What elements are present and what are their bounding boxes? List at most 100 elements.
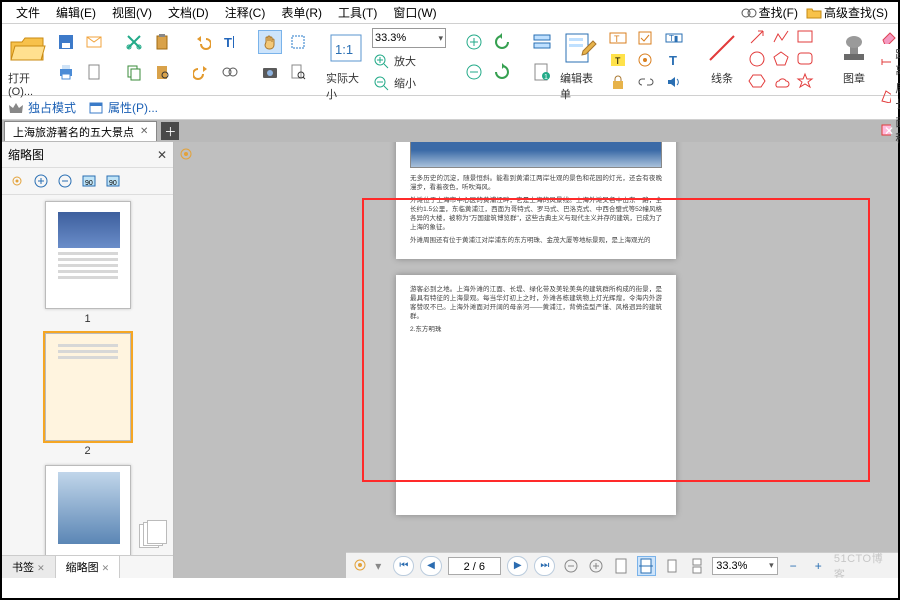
text-bold-tool[interactable]: T: [662, 48, 686, 72]
thumb-zoom-out[interactable]: [56, 172, 74, 190]
menu-view[interactable]: 视图(V): [104, 2, 160, 23]
radio-tool[interactable]: [634, 48, 658, 72]
zoom-out-alt[interactable]: [462, 60, 486, 84]
cut-button[interactable]: [122, 30, 146, 54]
lock-tool[interactable]: [606, 70, 630, 94]
next-page-button[interactable]: ▶: [507, 556, 528, 576]
advanced-find-command[interactable]: 高级查找(S): [802, 2, 892, 23]
eraser-tool[interactable]: [880, 28, 900, 44]
redo-button[interactable]: [190, 60, 214, 84]
thumbnail-list[interactable]: 1 2 3: [2, 195, 173, 555]
snapshot-tool[interactable]: [258, 60, 282, 84]
edit-form-label: 编辑表单: [560, 70, 600, 102]
last-page-button[interactable]: ⏭: [534, 556, 555, 576]
menu-comment[interactable]: 注释(C): [217, 2, 274, 23]
thumb-rotate-right[interactable]: 90: [104, 172, 122, 190]
perimeter-tool[interactable]: 周长: [880, 80, 900, 112]
rotate-ccw-button[interactable]: [490, 30, 514, 54]
menu-form[interactable]: 表单(R): [273, 2, 330, 23]
paste-special-button[interactable]: [150, 60, 174, 84]
edit-form-button[interactable]: [560, 28, 600, 68]
sidebar-gear-icon[interactable]: [8, 172, 26, 190]
zoom-minus-status[interactable]: −: [784, 556, 803, 576]
highlight-fields-button[interactable]: [530, 30, 554, 54]
zoom-in-button[interactable]: [372, 52, 390, 70]
arrow-icon[interactable]: [748, 28, 768, 46]
zoom-combo[interactable]: 33.3%: [372, 28, 446, 48]
continuous-page-button[interactable]: [687, 556, 706, 576]
circle-icon[interactable]: [748, 50, 768, 68]
menu-file[interactable]: 文件: [8, 2, 48, 23]
hexagon-icon[interactable]: [748, 72, 768, 90]
text-input-tool[interactable]: T▮: [662, 26, 686, 50]
stamp-tool[interactable]: [834, 28, 874, 68]
page-indicator-button[interactable]: 1: [530, 60, 554, 84]
sidebar-close-icon[interactable]: ✕: [157, 148, 167, 162]
select-text-button[interactable]: T: [218, 30, 242, 54]
menu-document[interactable]: 文档(D): [160, 2, 217, 23]
sidebar-tab-thumbnails[interactable]: 缩略图 ✕: [56, 556, 121, 578]
prev-page-button[interactable]: ◀: [420, 556, 441, 576]
line-tool[interactable]: [702, 28, 742, 68]
rect-icon[interactable]: [796, 28, 816, 46]
fit-page-button[interactable]: [612, 556, 631, 576]
sidebar-tab-bookmarks[interactable]: 书签 ✕: [2, 556, 56, 578]
zoom-out-status[interactable]: [561, 556, 580, 576]
link-tool[interactable]: [634, 70, 658, 94]
find-in-page-button[interactable]: [286, 60, 310, 84]
star-icon[interactable]: [796, 72, 816, 90]
actual-size-button[interactable]: 1:1: [326, 28, 366, 68]
menu-edit[interactable]: 编辑(E): [48, 2, 104, 23]
zoom-combo-status[interactable]: 33.3%: [712, 557, 777, 575]
first-page-button[interactable]: ⏮: [393, 556, 414, 576]
rotate-tools: [462, 28, 514, 86]
properties-button[interactable]: 属性(P)...: [88, 99, 158, 116]
email-button[interactable]: [82, 30, 106, 54]
find-toolbar-button[interactable]: [218, 60, 242, 84]
zoom-out-button[interactable]: [372, 74, 390, 92]
new-tab-button[interactable]: ＋: [161, 122, 179, 140]
page-viewer[interactable]: 无多历史的沉淀，随景恒斜。能看到黄浦江两岸壮观的景色和花园的灯光，还会有夜晚漫步…: [174, 142, 898, 578]
thumb-rotate-left[interactable]: 90: [80, 172, 98, 190]
save-icon: [57, 33, 75, 51]
blank-button[interactable]: [82, 60, 106, 84]
menu-window[interactable]: 窗口(W): [385, 2, 444, 23]
open-button[interactable]: [8, 28, 48, 68]
zoom-in-alt[interactable]: [462, 30, 486, 54]
cloud-icon[interactable]: [772, 72, 792, 90]
distance-tool[interactable]: 距离: [880, 46, 900, 78]
undo-button[interactable]: [190, 30, 214, 54]
hand-tool[interactable]: [258, 30, 282, 54]
viewer-gear-icon[interactable]: [178, 146, 196, 164]
fit-width-button[interactable]: [637, 556, 656, 576]
thumbnail-2[interactable]: 2: [2, 333, 173, 457]
copy-button[interactable]: [122, 60, 146, 84]
page-indicator[interactable]: 2 / 6: [448, 557, 502, 575]
thumb-zoom-in[interactable]: [32, 172, 50, 190]
status-gear-icon[interactable]: [352, 557, 369, 575]
find-command[interactable]: 查找(F): [737, 2, 802, 23]
pentagon-icon[interactable]: [772, 50, 792, 68]
select-tool[interactable]: [286, 30, 310, 54]
close-all-tabs-button[interactable]: ✕: [880, 122, 898, 140]
thumbnail-1[interactable]: 1: [2, 201, 173, 325]
save-button[interactable]: [54, 30, 78, 54]
actual-size-group: 1:1 实际大小: [326, 28, 366, 102]
sound-tool[interactable]: [662, 70, 686, 94]
paste-button[interactable]: [150, 30, 174, 54]
roundrect-icon[interactable]: [796, 50, 816, 68]
exclusive-mode-button[interactable]: 独占模式: [8, 99, 76, 116]
document-tab[interactable]: 上海旅游著名的五大景点 ✕: [4, 121, 157, 141]
zoom-in-status[interactable]: [587, 556, 606, 576]
checkbox-tool[interactable]: [634, 26, 658, 50]
menu-tools[interactable]: 工具(T): [330, 2, 385, 23]
print-button[interactable]: [54, 60, 78, 84]
polyline-icon[interactable]: [772, 28, 792, 46]
rotate-cw-button[interactable]: [490, 60, 514, 84]
textbox-tool[interactable]: T: [606, 26, 630, 50]
zoom-plus-status[interactable]: +: [809, 556, 828, 576]
single-page-button[interactable]: [662, 556, 681, 576]
status-chevron-icon[interactable]: ▾: [375, 559, 381, 573]
highlight-tool[interactable]: T: [606, 48, 630, 72]
close-tab-icon[interactable]: ✕: [140, 126, 148, 137]
